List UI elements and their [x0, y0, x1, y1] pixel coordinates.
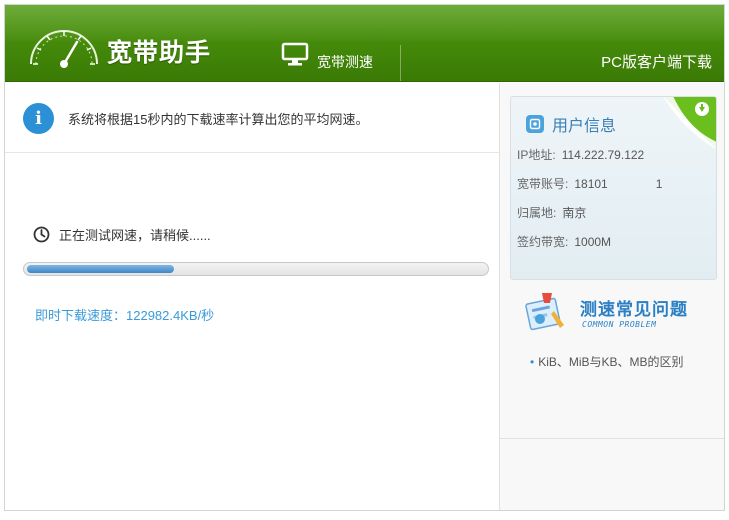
faq-link-label: KiB、MiB与KB、MB的区别	[538, 355, 684, 369]
app-window: 宽带助手 宽带测速 PC版客户端下载 i 系统将根据15秒内的下载速率计算出您的…	[4, 4, 725, 511]
faq-title: 测速常见问题	[580, 300, 688, 319]
right-panel: 用户信息 IP地址: 114.222.79.122 宽带账号: 18101 1 归属…	[499, 83, 724, 510]
monitor-icon	[281, 42, 309, 66]
faq-subtitle: COMMON PROBLEM	[582, 320, 657, 329]
info-row-location: 归属地: 南京	[517, 204, 586, 221]
info-value-ip: 114.222.79.122	[561, 148, 645, 162]
pc-client-download-link[interactable]: PC版客户端下载	[601, 51, 712, 72]
user-info-card: 用户信息 IP地址: 114.222.79.122 宽带账号: 18101 1 归属…	[510, 96, 717, 280]
info-label-location: 归属地:	[517, 206, 557, 220]
nav-divider	[400, 45, 401, 81]
faq-link-kib-mib[interactable]: • KiB、MiB与KB、MB的区别	[530, 353, 684, 370]
info-value-account: 18101 1	[574, 177, 663, 191]
info-value-location: 南京	[562, 206, 587, 220]
speedometer-icon	[30, 30, 98, 68]
download-corner-icon[interactable]	[663, 96, 717, 150]
tab-speed-test[interactable]: 宽带测速	[277, 42, 401, 82]
clock-icon	[33, 226, 50, 243]
faq-tools-icon	[525, 293, 564, 331]
info-row-account: 宽带账号: 18101 1	[517, 175, 662, 192]
tab-speed-test-label: 宽带测速	[317, 54, 373, 70]
info-row-bandwidth: 签约带宽: 1000M	[517, 233, 611, 250]
test-status: 正在测试网速，请稍候......	[33, 225, 211, 244]
info-row-ip: IP地址: 114.222.79.122	[517, 146, 644, 163]
header-bar: 宽带助手 宽带测速 PC版客户端下载	[5, 5, 724, 82]
info-label-bandwidth: 签约带宽:	[517, 235, 569, 249]
user-info-header: 用户信息	[526, 112, 616, 136]
info-value-bandwidth: 1000M	[574, 235, 612, 249]
info-icon: i	[23, 103, 54, 134]
info-label-ip: IP地址:	[517, 148, 556, 162]
notice-panel: i 系统将根据15秒内的下载速率计算出您的平均网速。	[5, 83, 499, 153]
info-label-account: 宽带账号:	[517, 177, 569, 191]
faq-banner[interactable]: 测速常见问题 COMMON PROBLEM	[522, 289, 712, 335]
user-info-title: 用户信息	[552, 118, 617, 135]
instant-download-speed: 即时下载速度：122982.4KB/秒	[35, 308, 215, 323]
progress-bar	[23, 262, 489, 276]
right-panel-divider	[500, 438, 724, 439]
status-text: 正在测试网速，请稍候......	[59, 228, 211, 243]
progress-fill	[27, 265, 174, 273]
bullet-icon: •	[530, 355, 535, 369]
app-title: 宽带助手	[107, 39, 212, 67]
notice-text: 系统将根据15秒内的下载速率计算出您的平均网速。	[68, 112, 369, 127]
user-info-icon	[526, 115, 544, 133]
